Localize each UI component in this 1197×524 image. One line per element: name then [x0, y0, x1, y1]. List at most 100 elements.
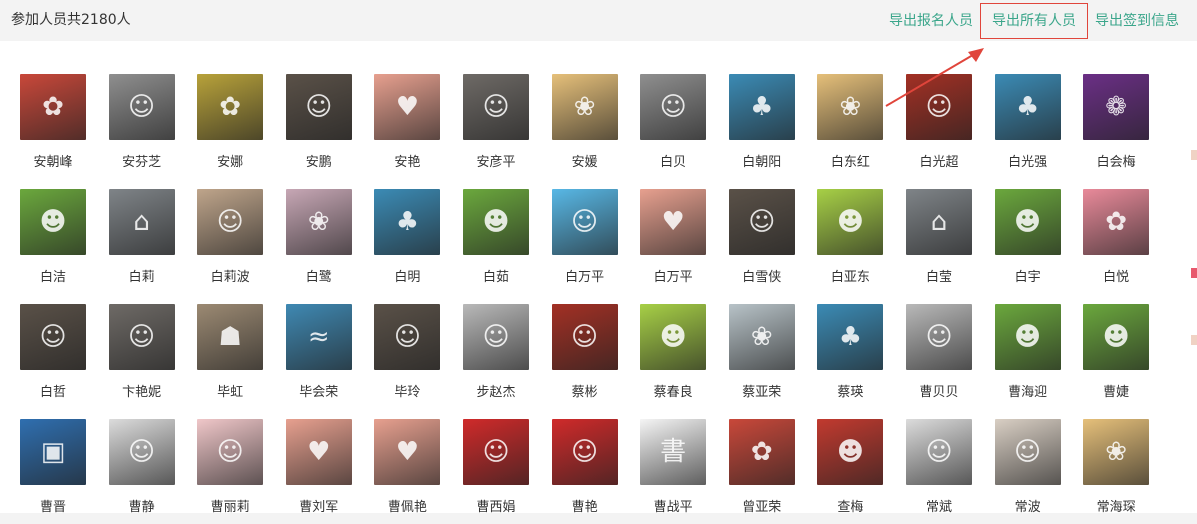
participant-item[interactable]: ✿ 白悦 — [1076, 189, 1156, 294]
cherry-blossom-icon[interactable]: ❀ — [285, 189, 352, 255]
dark-hair-girl-icon[interactable]: ☺ — [374, 304, 441, 370]
child-photo-icon[interactable]: ☺ — [994, 419, 1061, 485]
participant-item[interactable]: ▣ 曹晋 — [13, 419, 93, 524]
cartoon-bee-icon[interactable]: ☻ — [817, 189, 884, 255]
sunglasses-man-icon[interactable]: ☺ — [906, 419, 972, 485]
anime-girl-orange-hair-icon[interactable]: ✿ — [197, 74, 264, 140]
participant-item[interactable]: ☺ 蔡彬 — [545, 304, 625, 409]
participant-item[interactable]: ♣ 蔡瑛 — [810, 304, 890, 409]
flower-crown-girl-icon[interactable]: ❀ — [1083, 419, 1150, 485]
id-photo-red-icon[interactable]: ☺ — [551, 419, 618, 485]
export-registered-link[interactable]: 导出报名人员 — [889, 10, 973, 30]
participant-item[interactable]: ♥ 白万平 — [633, 189, 713, 294]
participant-item[interactable]: ☻ 白洁 — [13, 189, 93, 294]
flower-crown-girl-icon[interactable]: ❀ — [551, 74, 618, 140]
brown-hair-girl-icon[interactable]: ☺ — [197, 189, 264, 255]
participant-item[interactable]: ☺ 安彦平 — [456, 74, 536, 179]
participant-item[interactable]: ☺ 步赵杰 — [456, 304, 536, 409]
participant-item[interactable]: ❀ 白东红 — [810, 74, 890, 179]
participant-item[interactable]: 書曹战平 — [633, 419, 713, 524]
misty-pavilion-icon[interactable]: ⌂ — [906, 189, 972, 255]
cartoon-cat-icon[interactable]: ☻ — [20, 189, 86, 255]
participant-item[interactable]: ✿ 曾亚荣 — [722, 419, 802, 524]
participant-item[interactable]: ☺ 白莉波 — [190, 189, 270, 294]
misty-pavilion-icon[interactable]: ⌂ — [108, 189, 175, 255]
participant-item[interactable]: ♥ 安艳 — [367, 74, 447, 179]
anime-couple-icon[interactable]: ♥ — [374, 74, 441, 140]
participant-item[interactable]: ⌂ 白莉 — [102, 189, 182, 294]
id-photo-red-icon[interactable]: ☺ — [463, 419, 529, 485]
cartoon-cat-icon[interactable]: ☻ — [994, 189, 1061, 255]
tree-landscape-icon[interactable]: ♣ — [374, 189, 441, 255]
participant-item[interactable]: ♣ 白光强 — [988, 74, 1068, 179]
participant-item[interactable]: ☗ 毕虹 — [190, 304, 270, 409]
participant-item[interactable]: ☻ 白茹 — [456, 189, 536, 294]
participant-item[interactable]: ☺ 曹丽莉 — [190, 419, 270, 524]
participant-item[interactable]: ☺ 白雪侠 — [722, 189, 802, 294]
participant-item[interactable]: ☺ 曹贝贝 — [899, 304, 979, 409]
participant-item[interactable]: ☺ 白哲 — [13, 304, 93, 409]
sunglasses-man-icon[interactable]: ☺ — [108, 419, 175, 485]
participant-item[interactable]: ☺ 卞艳妮 — [102, 304, 182, 409]
cartoon-cat-icon[interactable]: ☻ — [994, 304, 1061, 370]
participant-item[interactable]: ⌂ 白莹 — [899, 189, 979, 294]
export-signin-link[interactable]: 导出签到信息 — [1095, 10, 1179, 30]
participant-item[interactable]: ❀ 安媛 — [545, 74, 625, 179]
dark-hair-girl-icon[interactable]: ☺ — [285, 74, 352, 140]
blue-device-icon[interactable]: ▣ — [20, 419, 86, 485]
participant-item[interactable]: ❀ 白鹭 — [279, 189, 359, 294]
tree-landscape-icon[interactable]: ♣ — [994, 74, 1061, 140]
participant-item[interactable]: ☻ 曹婕 — [1076, 304, 1156, 409]
tree-landscape-icon[interactable]: ♣ — [728, 74, 795, 140]
participant-item[interactable]: ❁ 白会梅 — [1076, 74, 1156, 179]
grey-hair-boy-icon[interactable]: ☺ — [108, 304, 175, 370]
participant-item[interactable]: ☻ 白宇 — [988, 189, 1068, 294]
surprised-cat-icon[interactable]: ☻ — [817, 419, 884, 485]
participant-item[interactable]: ✿ 安娜 — [190, 74, 270, 179]
coast-landscape-icon[interactable]: ≈ — [285, 304, 352, 370]
anime-girl-red-hair-icon[interactable]: ✿ — [728, 419, 795, 485]
export-all-link[interactable]: 导出所有人员 — [992, 10, 1076, 30]
white-hair-boy-icon[interactable]: ☺ — [906, 304, 972, 370]
blue-flower-drawing-icon[interactable]: ❀ — [728, 304, 795, 370]
purple-flowers-icon[interactable]: ❁ — [1083, 74, 1150, 140]
participant-item[interactable]: ♣ 白朝阳 — [722, 74, 802, 179]
cartoon-bee-icon[interactable]: ☻ — [640, 304, 707, 370]
grey-face-portrait-icon[interactable]: ☺ — [108, 74, 175, 140]
participant-item[interactable]: ☻ 蔡春良 — [633, 304, 713, 409]
grey-face-portrait-icon[interactable]: ☺ — [640, 74, 707, 140]
cartoon-cat-icon[interactable]: ☻ — [463, 189, 529, 255]
dark-hair-girl-icon[interactable]: ☺ — [728, 189, 795, 255]
man-red-jacket-icon[interactable]: ☺ — [551, 304, 618, 370]
anime-couple-icon[interactable]: ♥ — [640, 189, 707, 255]
participant-item[interactable]: ≈ 毕会荣 — [279, 304, 359, 409]
participant-item[interactable]: ☺ 毕玲 — [367, 304, 447, 409]
participant-item[interactable]: ☻ 曹海迎 — [988, 304, 1068, 409]
participant-item[interactable]: ☻ 白亚东 — [810, 189, 890, 294]
participant-item[interactable]: ☺ 安鹏 — [279, 74, 359, 179]
participant-item[interactable]: ♥ 曹刘军 — [279, 419, 359, 524]
cartoon-cat-icon[interactable]: ☻ — [1083, 304, 1150, 370]
participant-item[interactable]: ☺ 安芬芝 — [102, 74, 182, 179]
participant-item[interactable]: ♥ 曹佩艳 — [367, 419, 447, 524]
participant-item[interactable]: ☺ 常波 — [988, 419, 1068, 524]
flower-crown-girl-icon[interactable]: ❀ — [817, 74, 884, 140]
pink-flower-icon[interactable]: ✿ — [1083, 189, 1150, 255]
grey-hair-boy-icon[interactable]: ☺ — [463, 74, 529, 140]
anime-couple-icon[interactable]: ♥ — [285, 419, 352, 485]
participant-item[interactable]: ♣ 白明 — [367, 189, 447, 294]
street-photo-icon[interactable]: ☗ — [197, 304, 264, 370]
participant-item[interactable]: ❀ 常海琛 — [1076, 419, 1156, 524]
participant-item[interactable]: ☺ 曹西娟 — [456, 419, 536, 524]
anime-couple-icon[interactable]: ♥ — [374, 419, 441, 485]
businessman-icon[interactable]: ☺ — [551, 189, 618, 255]
participant-item[interactable]: ✿ 安朝峰 — [13, 74, 93, 179]
participant-item[interactable]: ☺ 白贝 — [633, 74, 713, 179]
participant-item[interactable]: ☻ 查梅 — [810, 419, 890, 524]
tree-landscape-icon[interactable]: ♣ — [817, 304, 884, 370]
participant-item[interactable]: ❀ 蔡亚荣 — [722, 304, 802, 409]
anime-girl-red-hair-icon[interactable]: ✿ — [20, 74, 86, 140]
cartoon-girl-bun-icon[interactable]: ☺ — [197, 419, 264, 485]
participant-item[interactable]: ☺ 常斌 — [899, 419, 979, 524]
white-hair-boy-icon[interactable]: ☺ — [463, 304, 529, 370]
